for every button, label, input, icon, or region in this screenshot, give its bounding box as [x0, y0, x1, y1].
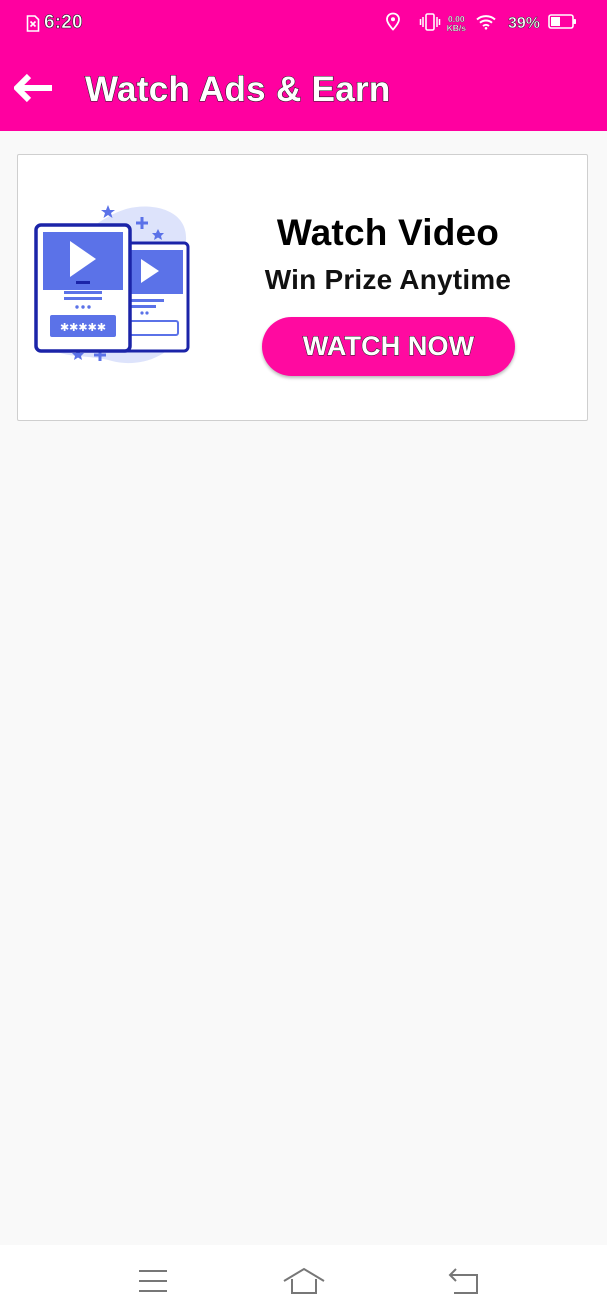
status-left: 6:20: [26, 12, 83, 34]
watch-video-card: ✱✱✱✱✱ Watch Video Win Prize Anytime WATC…: [17, 154, 588, 421]
battery-percent: 39%: [507, 15, 541, 33]
location-icon: [385, 12, 419, 36]
nav-home-button[interactable]: [280, 1261, 328, 1301]
video-cards-illustration: ✱✱✱✱✱: [34, 201, 196, 373]
arrow-left-icon: [14, 73, 54, 103]
status-bar: 6:20 0.00 KB/s 39%: [0, 0, 607, 48]
status-right: 0.00 KB/s 39%: [385, 12, 577, 36]
page-title: Watch Ads & Earn: [84, 69, 391, 109]
top-header: 6:20 0.00 KB/s 39% Watch Ads & Earn: [0, 0, 607, 131]
nav-back-button[interactable]: [440, 1261, 488, 1301]
system-nav-bar: [0, 1245, 607, 1316]
watch-now-label: WATCH NOW: [302, 331, 475, 362]
wifi-icon: [476, 14, 508, 35]
nav-menu-button[interactable]: [129, 1261, 177, 1301]
sim-error-icon: [26, 14, 40, 32]
vibrate-icon: [419, 12, 447, 36]
back-button[interactable]: [10, 68, 58, 108]
svg-text:✱✱✱✱✱: ✱✱✱✱✱: [60, 321, 106, 334]
app-bar: Watch Ads & Earn: [0, 48, 607, 131]
watch-now-button[interactable]: WATCH NOW: [262, 317, 515, 376]
network-speed: 0.00 KB/s: [446, 14, 466, 33]
back-icon: [448, 1267, 480, 1295]
home-icon: [283, 1267, 325, 1295]
card-title: Watch Video: [276, 212, 500, 253]
card-text: Watch Video Win Prize Anytime: [228, 211, 548, 297]
network-speed-unit: KB/s: [446, 23, 466, 33]
menu-icon: [138, 1269, 168, 1293]
card-subtitle: Win Prize Anytime: [264, 264, 512, 295]
status-time: 6:20: [44, 12, 83, 34]
battery-icon: [548, 14, 577, 34]
